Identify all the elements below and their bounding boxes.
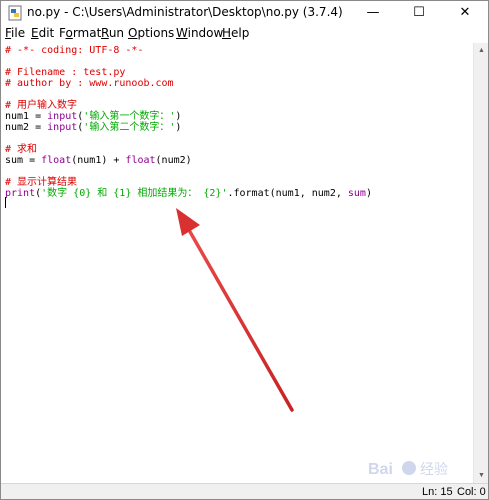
title-bar[interactable]: no.py - C:\Users\Administrator\Desktop\n… bbox=[1, 1, 488, 25]
menu-format[interactable]: Format bbox=[59, 26, 101, 40]
builtin-token: float bbox=[41, 155, 72, 166]
code-token: (num1) + bbox=[71, 155, 126, 166]
menu-accelerator: o bbox=[65, 26, 73, 40]
idle-editor-window: no.py - C:\Users\Administrator\Desktop\n… bbox=[0, 0, 489, 500]
menu-accelerator: W bbox=[176, 26, 188, 40]
code-token: ) bbox=[365, 188, 372, 199]
code-line-8: num2 = input('输入第二个数字：') bbox=[5, 122, 181, 133]
builtin-token: sum bbox=[347, 188, 366, 199]
menu-edit[interactable]: Edit bbox=[31, 26, 54, 40]
close-button[interactable]: ✕ bbox=[442, 1, 488, 25]
menu-bar: File Edit Format Run Options Window Help bbox=[1, 25, 488, 43]
menu-file[interactable]: File bbox=[5, 26, 25, 40]
menu-accelerator: O bbox=[128, 26, 138, 40]
scroll-up-icon[interactable]: ▲ bbox=[474, 43, 488, 58]
code-line-10: # 求和 bbox=[5, 144, 38, 155]
code-line-7: num1 = input('输入第一个数字：') bbox=[5, 111, 181, 122]
status-bar: Ln: 15 Col: 0 bbox=[1, 483, 488, 499]
string-token: '数字 {0} 和 {1} 相加结果为： {2}' bbox=[41, 188, 228, 199]
baidu-watermark-logo: Bai 经验 bbox=[368, 461, 448, 478]
code-line-1: # -*- coding: UTF-8 -*- bbox=[5, 45, 144, 56]
menu-accelerator: F bbox=[5, 26, 12, 40]
string-token: '输入第二个数字：' bbox=[83, 122, 176, 133]
menu-accelerator: E bbox=[31, 26, 39, 40]
text-cursor bbox=[5, 197, 6, 208]
builtin-token: input bbox=[47, 111, 78, 122]
menu-help[interactable]: Help bbox=[222, 26, 249, 40]
code-token: num2 = bbox=[5, 122, 48, 133]
column-indicator: Col: 0 bbox=[457, 486, 486, 498]
code-editor[interactable]: # -*- coding: UTF-8 -*- # Filename : tes… bbox=[1, 43, 473, 483]
python-file-icon bbox=[8, 5, 22, 21]
builtin-token: input bbox=[47, 122, 78, 133]
code-token: sum = bbox=[5, 155, 42, 166]
maximize-button[interactable]: ☐ bbox=[396, 1, 442, 25]
builtin-token: print bbox=[5, 188, 36, 199]
window-title: no.py - C:\Users\Administrator\Desktop\n… bbox=[27, 5, 343, 19]
code-token: num1 = bbox=[5, 111, 48, 122]
code-line-3: # Filename : test.py bbox=[5, 67, 126, 78]
code-token: ) bbox=[175, 122, 182, 133]
code-token: .format(num1, num2, bbox=[227, 188, 348, 199]
menu-accelerator: H bbox=[222, 26, 232, 40]
menu-options[interactable]: Options bbox=[128, 26, 174, 40]
line-indicator: Ln: 15 bbox=[422, 486, 453, 498]
code-line-13: # 显示计算结果 bbox=[5, 177, 78, 188]
minimize-button[interactable]: — bbox=[350, 1, 396, 25]
code-line-6: # 用户输入数字 bbox=[5, 100, 78, 111]
code-token: (num2) bbox=[155, 155, 192, 166]
string-token: '输入第一个数字：' bbox=[83, 111, 176, 122]
menu-run[interactable]: Run bbox=[101, 26, 124, 40]
code-line-11: sum = float(num1) + float(num2) bbox=[5, 155, 192, 166]
menu-window[interactable]: Window bbox=[176, 26, 223, 40]
menu-accelerator: R bbox=[101, 26, 109, 40]
code-line-4: # author by : www.runoob.com bbox=[5, 78, 174, 89]
code-token: ) bbox=[175, 111, 182, 122]
code-line-14: print('数字 {0} 和 {1} 相加结果为： {2}'.format(n… bbox=[5, 188, 372, 199]
vertical-scrollbar[interactable]: ▲ ▼ bbox=[473, 43, 488, 483]
builtin-token: float bbox=[125, 155, 156, 166]
svg-text:经验: 经验 bbox=[420, 462, 448, 478]
svg-text:Bai: Bai bbox=[368, 461, 393, 478]
